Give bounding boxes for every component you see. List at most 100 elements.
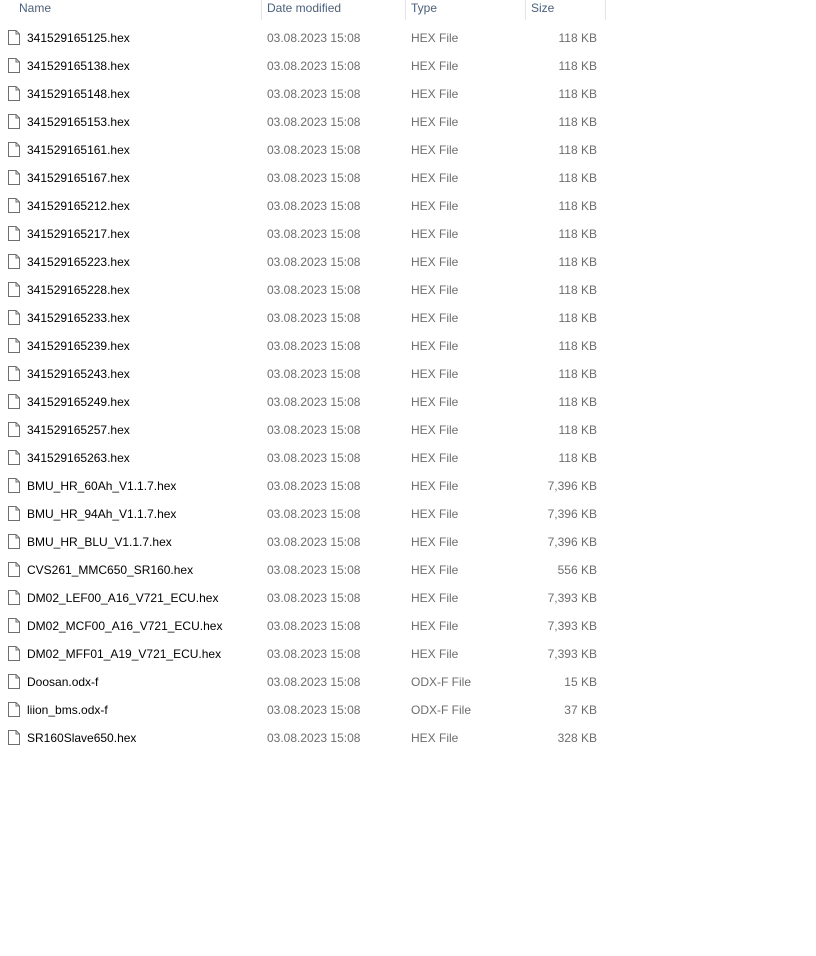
file-row[interactable]: 341529165249.hex 03.08.2023 15:08 HEX File… bbox=[0, 388, 606, 416]
file-name: 341529165263.hex bbox=[27, 451, 130, 465]
file-size: 118 KB bbox=[558, 31, 597, 45]
file-date-modified: 03.08.2023 15:08 bbox=[267, 31, 361, 45]
file-size: 118 KB bbox=[558, 115, 597, 129]
file-row[interactable]: 341529165228.hex 03.08.2023 15:08 HEX File… bbox=[0, 276, 606, 304]
file-row[interactable]: 341529165257.hex 03.08.2023 15:08 HEX File… bbox=[0, 416, 606, 444]
file-row[interactable]: 341529165138.hex 03.08.2023 15:08 HEX File… bbox=[0, 52, 606, 80]
file-date-modified: 03.08.2023 15:08 bbox=[267, 563, 361, 577]
file-row[interactable]: 341529165161.hex 03.08.2023 15:08 HEX File… bbox=[0, 136, 606, 164]
file-icon bbox=[8, 254, 20, 269]
file-date-modified: 03.08.2023 15:08 bbox=[267, 731, 361, 745]
file-type: HEX File bbox=[411, 535, 459, 549]
file-size: 118 KB bbox=[558, 143, 597, 157]
file-name: 341529165148.hex bbox=[27, 87, 130, 101]
file-type: HEX File bbox=[411, 507, 459, 521]
file-date-modified: 03.08.2023 15:08 bbox=[267, 675, 361, 689]
file-row[interactable]: 341529165223.hex 03.08.2023 15:08 HEX File… bbox=[0, 248, 606, 276]
file-name: 341529165228.hex bbox=[27, 283, 130, 297]
file-row[interactable]: DM02_MCF00_A16_V721_ECU.hex 03.08.2023 15… bbox=[0, 612, 606, 640]
file-date-modified: 03.08.2023 15:08 bbox=[267, 311, 361, 325]
file-size: 7,393 KB bbox=[547, 591, 597, 605]
file-type: HEX File bbox=[411, 227, 459, 241]
file-name: 341529165257.hex bbox=[27, 423, 130, 437]
file-row[interactable]: 341529165148.hex 03.08.2023 15:08 HEX File… bbox=[0, 80, 606, 108]
file-icon bbox=[8, 58, 20, 73]
file-size: 118 KB bbox=[558, 367, 597, 381]
file-name: 341529165239.hex bbox=[27, 339, 130, 353]
file-row[interactable]: 341529165239.hex 03.08.2023 15:08 HEX File… bbox=[0, 332, 606, 360]
file-name: 341529165233.hex bbox=[27, 311, 130, 325]
file-row[interactable]: CVS261_MMC650_SR160.hex 03.08.2023 15:08 H… bbox=[0, 556, 606, 584]
file-row[interactable]: 341529165153.hex 03.08.2023 15:08 HEX File… bbox=[0, 108, 606, 136]
column-header-size[interactable]: Size bbox=[525, 0, 605, 20]
file-date-modified: 03.08.2023 15:08 bbox=[267, 227, 361, 241]
file-date-modified: 03.08.2023 15:08 bbox=[267, 507, 361, 521]
file-name: SR160Slave650.hex bbox=[27, 731, 137, 745]
column-header-name[interactable]: Name bbox=[13, 0, 261, 20]
file-type: HEX File bbox=[411, 115, 459, 129]
file-type: HEX File bbox=[411, 171, 459, 185]
file-size: 118 KB bbox=[558, 311, 597, 325]
file-row[interactable]: BMU_HR_BLU_V1.1.7.hex 03.08.2023 15:08 HEX… bbox=[0, 528, 606, 556]
file-type: HEX File bbox=[411, 367, 459, 381]
file-size: 118 KB bbox=[558, 59, 597, 73]
file-icon bbox=[8, 170, 20, 185]
file-type: HEX File bbox=[411, 199, 459, 213]
file-size: 7,396 KB bbox=[547, 507, 597, 521]
file-size: 118 KB bbox=[558, 199, 597, 213]
file-date-modified: 03.08.2023 15:08 bbox=[267, 703, 361, 717]
file-size: 118 KB bbox=[558, 227, 597, 241]
file-icon bbox=[8, 338, 20, 353]
file-row[interactable]: Doosan.odx-f 03.08.2023 15:08 ODX-F File 15… bbox=[0, 668, 606, 696]
file-name: 341529165161.hex bbox=[27, 143, 130, 157]
file-size: 15 KB bbox=[564, 675, 597, 689]
file-icon bbox=[8, 618, 20, 633]
file-row[interactable]: liion_bms.odx-f 03.08.2023 15:08 ODX-F Fil… bbox=[0, 696, 606, 724]
file-name: BMU_HR_BLU_V1.1.7.hex bbox=[27, 535, 172, 549]
file-type: HEX File bbox=[411, 283, 459, 297]
file-row[interactable]: 341529165263.hex 03.08.2023 15:08 HEX File… bbox=[0, 444, 606, 472]
file-size: 7,396 KB bbox=[547, 535, 597, 549]
file-type: HEX File bbox=[411, 451, 459, 465]
file-date-modified: 03.08.2023 15:08 bbox=[267, 423, 361, 437]
file-name: 341529165249.hex bbox=[27, 395, 130, 409]
column-header-date-modified[interactable]: Date modified bbox=[261, 0, 405, 20]
file-name: BMU_HR_60Ah_V1.1.7.hex bbox=[27, 479, 177, 493]
file-row[interactable]: BMU_HR_94Ah_V1.1.7.hex 03.08.2023 15:08 HE… bbox=[0, 500, 606, 528]
file-size: 328 KB bbox=[557, 731, 597, 745]
file-date-modified: 03.08.2023 15:08 bbox=[267, 115, 361, 129]
file-type: HEX File bbox=[411, 31, 459, 45]
file-row[interactable]: DM02_LEF00_A16_V721_ECU.hex 03.08.2023 15… bbox=[0, 584, 606, 612]
file-icon bbox=[8, 534, 20, 549]
file-date-modified: 03.08.2023 15:08 bbox=[267, 367, 361, 381]
file-row[interactable]: 341529165125.hex 03.08.2023 15:08 HEX File… bbox=[0, 24, 606, 52]
file-icon bbox=[8, 730, 20, 745]
file-row[interactable]: 341529165167.hex 03.08.2023 15:08 HEX File… bbox=[0, 164, 606, 192]
file-row[interactable]: BMU_HR_60Ah_V1.1.7.hex 03.08.2023 15:08 HE… bbox=[0, 472, 606, 500]
file-size: 118 KB bbox=[558, 283, 597, 297]
column-header-type[interactable]: Type bbox=[405, 0, 525, 20]
file-icon bbox=[8, 198, 20, 213]
file-size: 118 KB bbox=[558, 423, 597, 437]
file-icon bbox=[8, 702, 20, 717]
file-row[interactable]: 341529165212.hex 03.08.2023 15:08 HEX File… bbox=[0, 192, 606, 220]
file-size: 7,393 KB bbox=[547, 647, 597, 661]
file-icon bbox=[8, 86, 20, 101]
file-date-modified: 03.08.2023 15:08 bbox=[267, 619, 361, 633]
file-row[interactable]: 341529165243.hex 03.08.2023 15:08 HEX File… bbox=[0, 360, 606, 388]
column-divider[interactable] bbox=[605, 0, 606, 20]
file-row[interactable]: 341529165233.hex 03.08.2023 15:08 HEX File… bbox=[0, 304, 606, 332]
file-icon bbox=[8, 590, 20, 605]
file-name: 341529165212.hex bbox=[27, 199, 130, 213]
file-name: 341529165243.hex bbox=[27, 367, 130, 381]
file-size: 7,393 KB bbox=[547, 619, 597, 633]
file-row[interactable]: SR160Slave650.hex 03.08.2023 15:08 HEX Fil… bbox=[0, 724, 606, 752]
file-date-modified: 03.08.2023 15:08 bbox=[267, 339, 361, 353]
file-row[interactable]: 341529165217.hex 03.08.2023 15:08 HEX File… bbox=[0, 220, 606, 248]
file-date-modified: 03.08.2023 15:08 bbox=[267, 479, 361, 493]
file-type: HEX File bbox=[411, 479, 459, 493]
file-row[interactable]: DM02_MFF01_A19_V721_ECU.hex 03.08.2023 15… bbox=[0, 640, 606, 668]
file-type: HEX File bbox=[411, 339, 459, 353]
file-type: HEX File bbox=[411, 731, 459, 745]
file-name: DM02_MFF01_A19_V721_ECU.hex bbox=[27, 647, 222, 661]
